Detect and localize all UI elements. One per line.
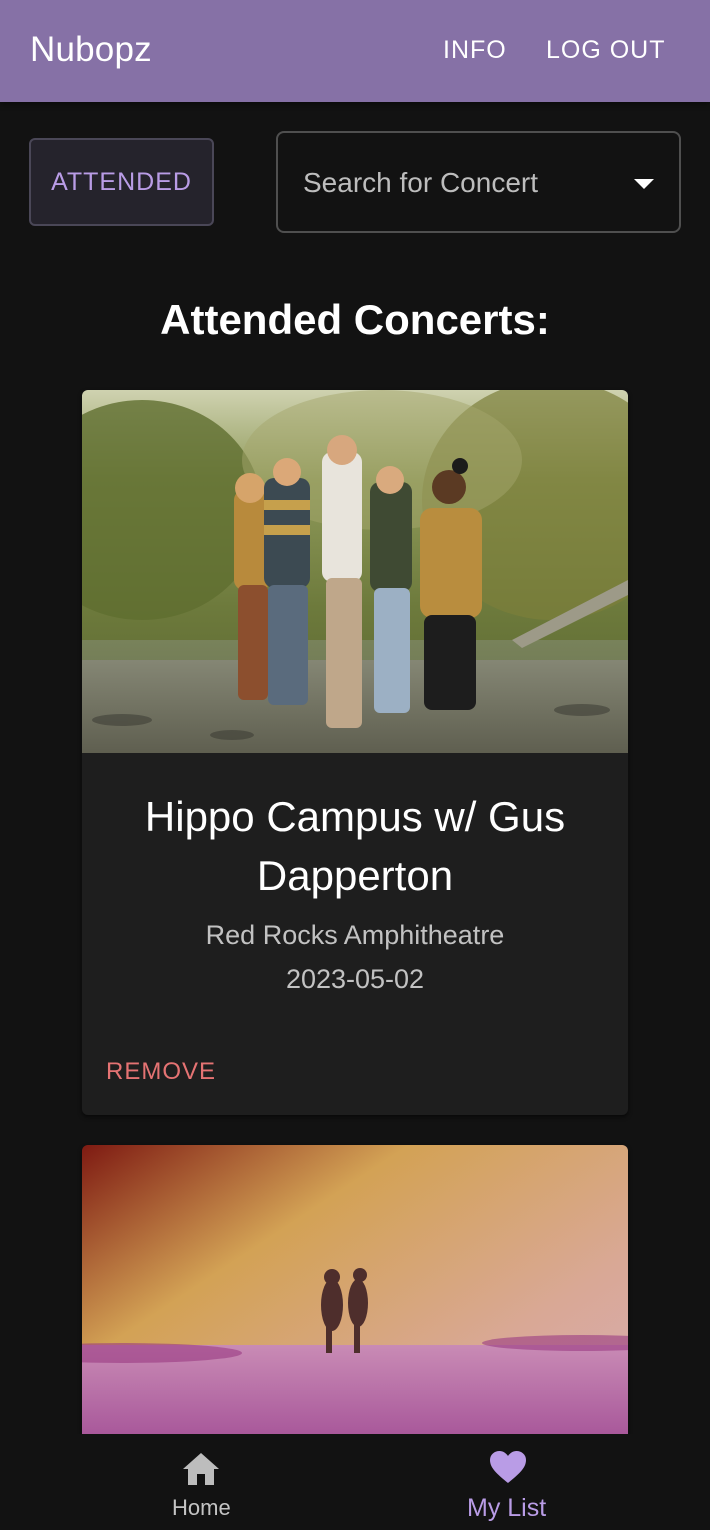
concert-venue: Red Rocks Amphitheatre: [205, 920, 505, 950]
nav-home-label: Home: [172, 1495, 231, 1520]
heart-icon: [489, 1450, 527, 1489]
nav-home[interactable]: Home: [24, 1434, 379, 1530]
logout-button[interactable]: LOG OUT: [546, 36, 666, 65]
concert-search-select[interactable]: Search for Concert: [276, 131, 681, 233]
concert-card: Hippo Campus w/ Gus Dapperton Red Rocks …: [82, 390, 628, 1115]
search-placeholder: Search for Concert: [303, 167, 538, 198]
concert-date: 2023-05-02: [285, 964, 425, 994]
brand-title[interactable]: Nubopz: [30, 30, 152, 70]
nav-my-list-label: My List: [467, 1494, 547, 1522]
section-title: Attended Concerts:: [160, 296, 550, 343]
concert-title: Hippo Campus w/ Gus Dapperton: [144, 793, 566, 899]
info-button[interactable]: INFO: [443, 36, 507, 65]
bottom-navigation: Home My List: [0, 1434, 710, 1530]
home-icon: [182, 1452, 220, 1491]
app-root: Nubopz INFO LOG OUT ATTENDED Search for …: [0, 0, 710, 1530]
app-bar: Nubopz INFO LOG OUT: [0, 0, 710, 102]
attended-filter-button[interactable]: ATTENDED: [29, 138, 214, 226]
concert-image: [82, 390, 628, 753]
nav-my-list[interactable]: My List: [355, 1434, 710, 1530]
dropdown-arrow-icon: [634, 179, 654, 189]
remove-button[interactable]: REMOVE: [106, 1058, 216, 1086]
